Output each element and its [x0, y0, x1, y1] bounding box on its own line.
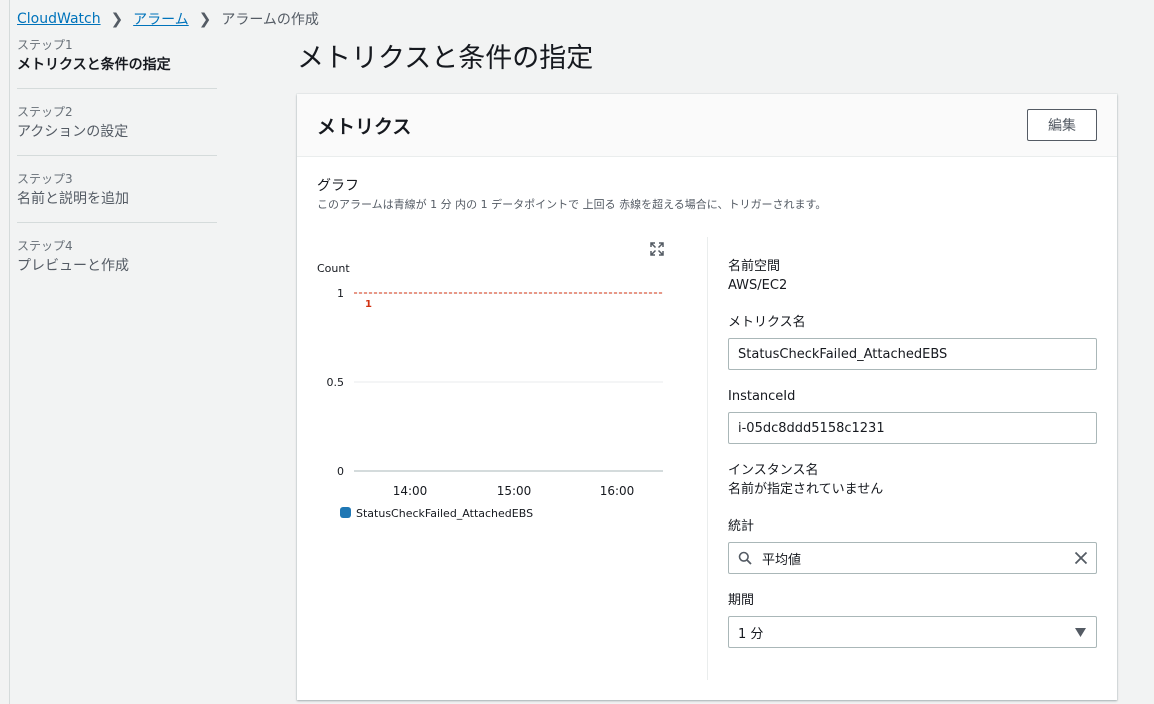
period-group: 期間 1 分 [728, 592, 1097, 648]
statistic-group: 統計 平均値 [728, 518, 1097, 574]
y-tick-label: 1 [337, 287, 344, 300]
namespace-group: 名前空間 AWS/EC2 [728, 258, 1097, 296]
step-title[interactable]: アクションの設定 [17, 121, 217, 143]
y-tick-label: 0 [337, 465, 344, 478]
panel-header: メトリクス 編集 [297, 94, 1117, 157]
metric-name-label: メトリクス名 [728, 315, 806, 330]
step-title[interactable]: 名前と説明を追加 [17, 188, 217, 210]
metric-fields: 名前空間 AWS/EC2 メトリクス名 StatusCheckFailed_At… [728, 258, 1097, 666]
statistic-label: 統計 [728, 519, 755, 534]
period-label: 期間 [728, 593, 755, 608]
breadcrumb-separator-icon: ❯ [198, 10, 212, 28]
step-number: ステップ1 [17, 38, 73, 52]
step-1: ステップ1 メトリクスと条件の指定 [17, 36, 217, 89]
legend-swatch [340, 507, 351, 518]
step-number: ステップ3 [17, 172, 73, 186]
caret-down-icon [1075, 628, 1086, 637]
step-number: ステップ4 [17, 239, 73, 253]
step-title[interactable]: プレビューと作成 [17, 255, 217, 277]
metric-name-group: メトリクス名 StatusCheckFailed_AttachedEBS [728, 314, 1097, 370]
period-select[interactable]: 1 分 [728, 616, 1097, 648]
breadcrumb: CloudWatch ❯ アラーム ❯ アラームの作成 [17, 9, 319, 29]
instance-name-label: インスタンス名 [728, 463, 819, 478]
close-icon[interactable] [1074, 551, 1088, 565]
x-tick-label: 16:00 [600, 484, 635, 498]
namespace-label: 名前空間 [728, 259, 781, 274]
metric-chart: Count 0 0.5 1 14:00 15:00 16:00 1 StatusCheckFai… [317, 262, 663, 520]
step-3: ステップ3 名前と説明を追加 [17, 170, 217, 223]
instance-id-group: InstanceId i-05dc8ddd5158c1231 [728, 388, 1097, 444]
instance-id-value: i-05dc8ddd5158c1231 [738, 420, 885, 436]
wizard-steps: ステップ1 メトリクスと条件の指定 ステップ2 アクションの設定 ステップ3 名… [17, 36, 217, 303]
x-tick-label: 15:00 [497, 484, 532, 498]
instance-id-field[interactable]: i-05dc8ddd5158c1231 [728, 412, 1097, 444]
step-title: メトリクスと条件の指定 [17, 57, 171, 73]
statistic-value: 平均値 [762, 552, 802, 568]
namespace-value: AWS/EC2 [728, 278, 788, 293]
panel-divider [707, 237, 708, 680]
breadcrumb-cloudwatch-link[interactable]: CloudWatch [17, 11, 101, 27]
metric-name-field[interactable]: StatusCheckFailed_AttachedEBS [728, 338, 1097, 370]
step-number: ステップ2 [17, 105, 73, 119]
search-icon [738, 551, 752, 565]
graph-label: グラフ [317, 178, 359, 194]
instance-name-group: インスタンス名 名前が指定されていません [728, 462, 1097, 500]
edit-button[interactable]: 編集 [1027, 109, 1097, 141]
y-tick-label: 0.5 [327, 376, 345, 389]
breadcrumb-current: アラームの作成 [221, 12, 319, 28]
statistic-search-input[interactable]: 平均値 [728, 542, 1097, 574]
step-2: ステップ2 アクションの設定 [17, 103, 217, 156]
metrics-panel: メトリクス 編集 グラフ このアラームは青線が 1 分 内の 1 データポイント… [297, 94, 1117, 700]
legend-label: StatusCheckFailed_AttachedEBS [356, 507, 533, 520]
breadcrumb-separator-icon: ❯ [110, 10, 124, 28]
panel-title: メトリクス [317, 116, 412, 138]
page-title: メトリクスと条件の指定 [297, 43, 594, 74]
instance-name-value: 名前が指定されていません [728, 482, 884, 497]
step-4: ステップ4 プレビューと作成 [17, 237, 217, 289]
graph-description: このアラームは青線が 1 分 内の 1 データポイントで 上回る 赤線を超える場… [317, 198, 827, 211]
metric-name-value: StatusCheckFailed_AttachedEBS [738, 346, 948, 362]
threshold-label: 1 [365, 299, 372, 310]
period-value: 1 分 [738, 626, 764, 642]
x-tick-label: 14:00 [393, 484, 428, 498]
breadcrumb-alarms-link[interactable]: アラーム [133, 9, 189, 29]
instance-id-label: InstanceId [728, 389, 796, 404]
y-axis-label: Count [317, 262, 350, 275]
left-border [9, 0, 10, 704]
